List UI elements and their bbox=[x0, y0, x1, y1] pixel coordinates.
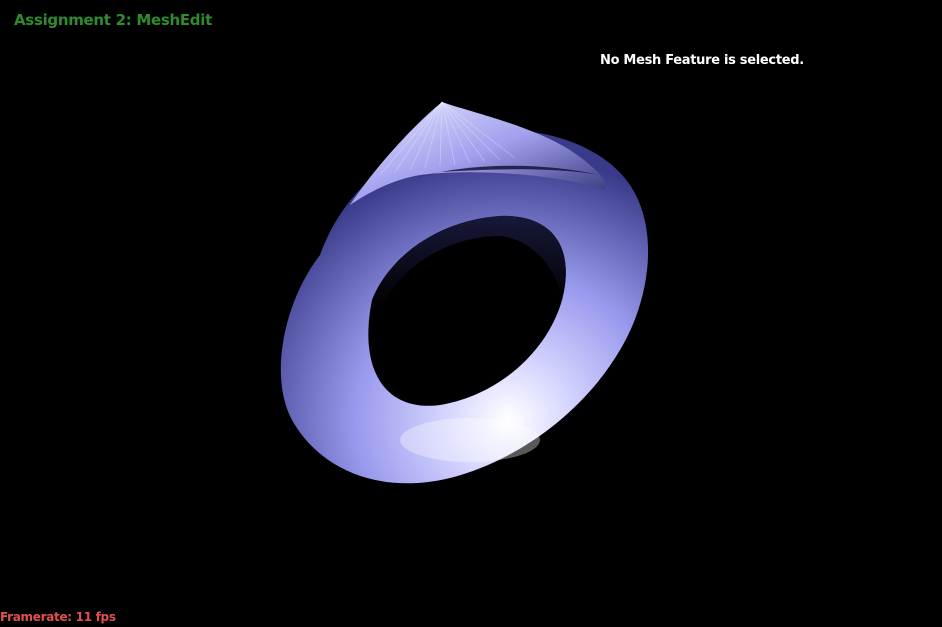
framerate-readout: Framerate: 11 fps bbox=[0, 610, 116, 624]
mesh-model[interactable] bbox=[280, 101, 649, 484]
torus-highlight bbox=[400, 418, 540, 462]
mesh-viewport[interactable] bbox=[0, 0, 942, 627]
selection-status: No Mesh Feature is selected. bbox=[600, 53, 804, 68]
app-title: Assignment 2: MeshEdit bbox=[14, 11, 212, 29]
